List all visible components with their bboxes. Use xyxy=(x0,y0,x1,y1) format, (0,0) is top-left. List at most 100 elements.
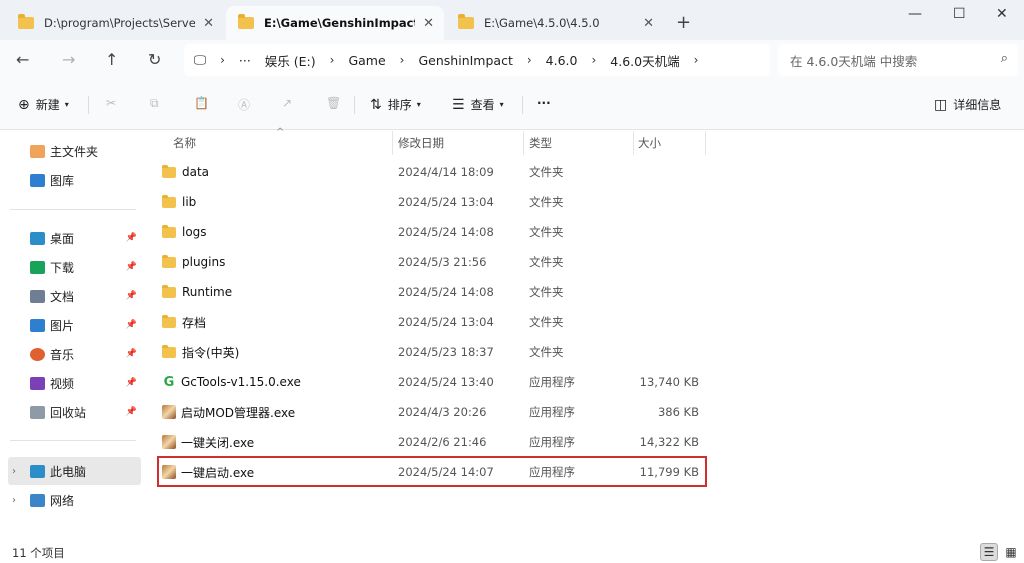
pin-icon: 📌 xyxy=(125,378,137,388)
up-button[interactable]: ↑ xyxy=(105,50,118,69)
search-placeholder: 在 4.6.0天机端 中搜索 xyxy=(790,53,918,69)
search-icon: ⌕ xyxy=(1000,51,1008,66)
sidebar-item-desktop[interactable]: 桌面 📌 xyxy=(8,224,141,252)
file-row[interactable]: Runtime 2024/5/24 14:08 文件夹 xyxy=(157,278,707,306)
column-header-size[interactable]: 大小 xyxy=(638,131,661,155)
sidebar-item-label: 下载 xyxy=(50,260,75,275)
delete-icon[interactable]: 🗑 xyxy=(326,96,341,110)
breadcrumb-drive[interactable]: 娱乐 (E:) xyxy=(265,51,316,70)
share-icon[interactable]: ↗ xyxy=(282,96,292,110)
refresh-button[interactable]: ↻ xyxy=(148,50,161,69)
tab-projects[interactable]: D:\program\Projects\Servers\G ✕ xyxy=(6,6,224,40)
column-divider[interactable] xyxy=(523,131,524,155)
sidebar-divider xyxy=(10,209,136,210)
chevron-right-icon[interactable]: › xyxy=(330,53,335,67)
file-type: 应用程序 xyxy=(529,435,575,449)
details-pane-icon: ◫ xyxy=(934,96,948,113)
column-divider[interactable] xyxy=(705,131,706,155)
pin-icon: 📌 xyxy=(125,407,137,417)
more-options-button[interactable]: ··· xyxy=(537,96,551,110)
tiles-view-button[interactable]: ▦ xyxy=(1002,543,1020,561)
breadcrumb-overflow[interactable]: ··· xyxy=(239,53,251,68)
chevron-right-icon[interactable]: › xyxy=(12,495,16,506)
forward-button[interactable]: → xyxy=(62,50,75,69)
file-date: 2024/5/24 14:08 xyxy=(398,285,494,299)
chevron-right-icon[interactable]: › xyxy=(591,53,596,67)
file-row[interactable]: logs 2024/5/24 14:08 文件夹 xyxy=(157,218,707,246)
close-tab-icon[interactable]: ✕ xyxy=(643,16,654,31)
sidebar-item-label: 桌面 xyxy=(50,231,75,246)
details-pane-button[interactable]: ◫ 详细信息 xyxy=(934,96,1001,113)
tab-genshin[interactable]: E:\Game\GenshinImpact\4.6.0\ ✕ xyxy=(226,6,444,40)
file-row[interactable]: 存档 2024/5/24 13:04 文件夹 xyxy=(157,308,707,336)
sidebar-item-downloads[interactable]: 下载 📌 xyxy=(8,253,141,281)
sidebar-item-videos[interactable]: 视频 📌 xyxy=(8,369,141,397)
sort-button[interactable]: ⇅ 排序 ▾ xyxy=(370,96,421,113)
search-input[interactable]: 在 4.6.0天机端 中搜索 ⌕ xyxy=(778,44,1018,76)
breadcrumb-version[interactable]: 4.6.0 xyxy=(546,53,578,68)
folder-icon xyxy=(162,314,176,328)
sidebar-item-network[interactable]: › 网络 xyxy=(8,486,141,514)
chevron-right-icon[interactable]: › xyxy=(220,53,225,67)
details-view-button[interactable]: ☰ xyxy=(980,543,998,561)
folder-icon xyxy=(162,344,176,358)
file-row[interactable]: 一键关闭.exe 2024/2/6 21:46 应用程序 14,322 KB xyxy=(157,428,707,456)
application-icon xyxy=(162,435,176,449)
sidebar-item-home[interactable]: 主文件夹 xyxy=(8,137,141,165)
home-icon xyxy=(30,144,45,158)
chevron-right-icon[interactable]: › xyxy=(694,53,699,67)
back-button[interactable]: ← xyxy=(16,50,29,69)
title-bar: D:\program\Projects\Servers\G ✕ E:\Game\… xyxy=(0,0,1024,40)
file-row[interactable]: G GcTools-v1.15.0.exe 2024/5/24 13:40 应用程序 1… xyxy=(157,368,707,396)
column-header-date[interactable]: 修改日期 xyxy=(398,131,444,155)
sidebar-item-gallery[interactable]: 图库 xyxy=(8,166,141,194)
paste-icon[interactable]: 📋 xyxy=(194,96,209,110)
pin-icon: 📌 xyxy=(125,320,137,330)
file-row[interactable]: 启动MOD管理器.exe 2024/4/3 20:26 应用程序 386 KB xyxy=(157,398,707,426)
column-divider[interactable] xyxy=(392,131,393,155)
chevron-right-icon[interactable]: › xyxy=(12,466,16,477)
file-row[interactable]: data 2024/4/14 18:09 文件夹 xyxy=(157,158,707,186)
copy-icon[interactable]: ⧉ xyxy=(150,96,159,111)
address-bar[interactable]: 🖵 › ··· 娱乐 (E:) › Game › GenshinImpact ›… xyxy=(184,44,770,76)
sidebar-item-label: 回收站 xyxy=(50,405,87,420)
view-button[interactable]: ☰ 查看 ▾ xyxy=(452,96,504,113)
file-name-cell: plugins xyxy=(162,248,225,276)
breadcrumb-current[interactable]: 4.6.0天机端 xyxy=(610,51,679,70)
file-name-cell: lib xyxy=(162,188,196,216)
sidebar-item-music[interactable]: 音乐 📌 xyxy=(8,340,141,368)
maximize-button[interactable]: ☐ xyxy=(953,6,966,22)
file-size xyxy=(627,248,699,276)
new-button[interactable]: ⊕ 新建 ▾ xyxy=(18,96,69,113)
breadcrumb-genshin[interactable]: GenshinImpact xyxy=(418,53,512,68)
file-row[interactable]: lib 2024/5/24 13:04 文件夹 xyxy=(157,188,707,216)
breadcrumb-game[interactable]: Game xyxy=(348,53,385,68)
file-type: 文件夹 xyxy=(529,255,564,269)
chevron-right-icon[interactable]: › xyxy=(400,53,405,67)
sidebar-item-recycle-bin[interactable]: 回收站 📌 xyxy=(8,398,141,426)
column-header-name[interactable]: 名称 xyxy=(173,131,196,155)
sidebar-item-label: 文档 xyxy=(50,289,75,304)
sidebar-item-this-pc[interactable]: › 此电脑 xyxy=(8,457,141,485)
column-header-type[interactable]: 类型 xyxy=(529,131,552,155)
tab-game-450[interactable]: E:\Game\4.5.0\4.5.0 ✕ xyxy=(446,6,664,40)
minimize-button[interactable]: — xyxy=(908,6,922,22)
file-date: 2024/5/24 13:40 xyxy=(398,375,494,389)
cut-icon[interactable]: ✂ xyxy=(106,96,116,110)
close-tab-icon[interactable]: ✕ xyxy=(423,16,434,31)
file-type: 文件夹 xyxy=(529,285,564,299)
new-tab-button[interactable]: + xyxy=(676,12,691,33)
rename-icon[interactable]: Ⓐ xyxy=(238,96,250,113)
close-tab-icon[interactable]: ✕ xyxy=(203,16,214,31)
file-size xyxy=(627,218,699,246)
close-window-button[interactable]: ✕ xyxy=(996,6,1008,22)
this-pc-icon[interactable]: 🖵 xyxy=(194,52,206,68)
file-row[interactable]: 指令(中英) 2024/5/23 18:37 文件夹 xyxy=(157,338,707,366)
sidebar-item-documents[interactable]: 文档 📌 xyxy=(8,282,141,310)
file-row[interactable]: plugins 2024/5/3 21:56 文件夹 xyxy=(157,248,707,276)
sidebar-item-pictures[interactable]: 图片 📌 xyxy=(8,311,141,339)
column-divider[interactable] xyxy=(633,131,634,155)
tab-label: D:\program\Projects\Servers\G xyxy=(44,16,196,30)
gallery-icon xyxy=(30,173,45,187)
chevron-right-icon[interactable]: › xyxy=(527,53,532,67)
